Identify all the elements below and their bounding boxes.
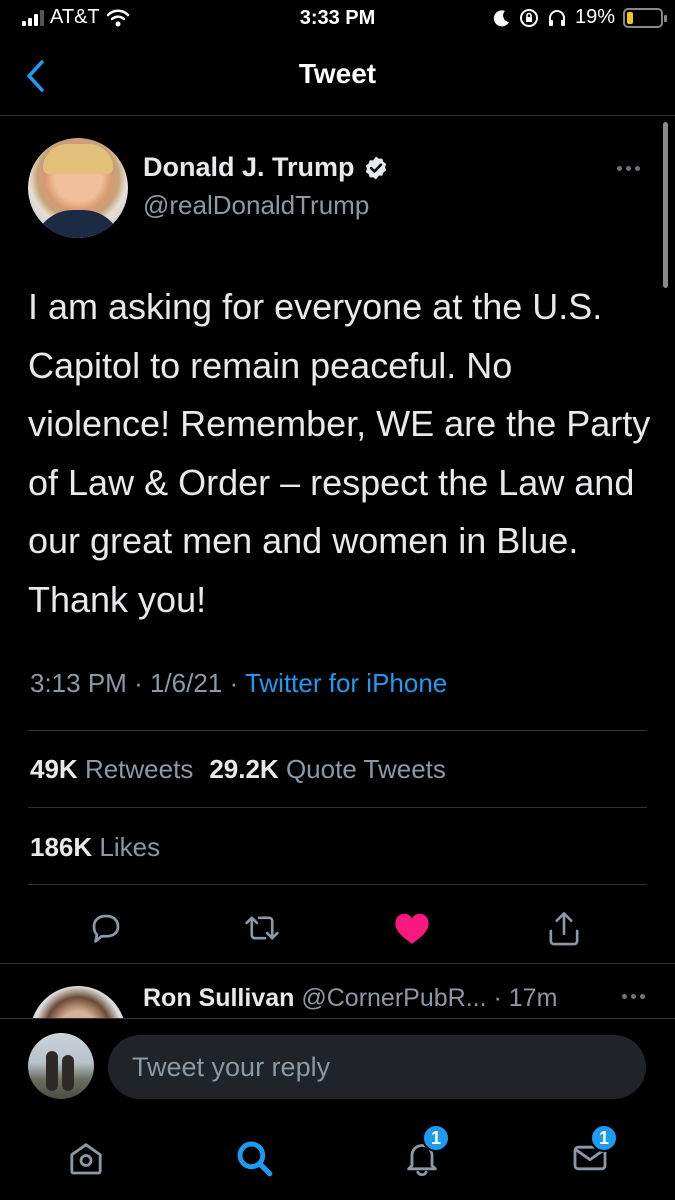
- author-handle[interactable]: @realDonaldTrump: [143, 190, 369, 221]
- tweet-date: 1/6/21: [149, 668, 223, 698]
- moon-icon: [493, 9, 509, 26]
- battery-charging-icon: [623, 7, 667, 28]
- page-title: Tweet: [298, 58, 377, 89]
- like-button[interactable]: [384, 900, 440, 956]
- bottom-tab-bar: 1 1: [0, 1118, 675, 1200]
- scrollbar[interactable]: [663, 122, 668, 288]
- tab-home[interactable]: [56, 1130, 116, 1186]
- reply-author[interactable]: Ron Sullivan @CornerPubR... · 17m: [143, 984, 557, 1013]
- tweet-time: 3:13 PM: [30, 668, 127, 698]
- tab-messages[interactable]: 1: [560, 1124, 620, 1186]
- reply-time: · 17m: [493, 984, 558, 1012]
- tweet-stats-row: 49K Retweets 29.2K Quote Tweets: [30, 754, 446, 785]
- author-display-name[interactable]: Donald J. Trump: [143, 152, 355, 183]
- messages-badge: 1: [590, 1124, 618, 1152]
- signal-icon: [22, 9, 44, 26]
- verified-badge-icon: [365, 156, 386, 179]
- status-bar: AT&T 3:33 PM 19%: [0, 0, 675, 40]
- divider: [28, 807, 647, 808]
- tab-notifications[interactable]: 1: [392, 1124, 452, 1186]
- notifications-badge: 1: [422, 1124, 450, 1152]
- heart-icon: [395, 913, 429, 944]
- reply-author-name: Ron Sullivan: [143, 984, 295, 1012]
- carrier-label: AT&T: [50, 6, 100, 28]
- status-left: AT&T: [22, 6, 130, 29]
- reply-input[interactable]: [108, 1035, 646, 1099]
- status-right: 19%: [493, 6, 667, 29]
- lock-rotation-icon: [519, 8, 538, 27]
- share-icon: [549, 912, 579, 946]
- tweet-actions: [0, 900, 675, 956]
- tweet-likes-row: 186K Likes: [30, 832, 160, 863]
- tweet-source-link[interactable]: Twitter for iPhone: [245, 668, 447, 698]
- divider: [28, 730, 647, 731]
- reply-composer: [0, 1018, 675, 1118]
- retweet-button[interactable]: [234, 900, 290, 956]
- chevron-left-icon: [27, 60, 44, 92]
- likes-stat[interactable]: 186K Likes: [30, 832, 160, 863]
- author-name-row[interactable]: Donald J. Trump: [143, 152, 389, 183]
- back-button[interactable]: [18, 56, 54, 96]
- reply-more-options-button[interactable]: [622, 994, 645, 999]
- reply-author-avatar[interactable]: [30, 986, 126, 1019]
- retweet-icon: [245, 916, 279, 940]
- headphones-icon: [548, 9, 565, 26]
- meta-separator-2: ·: [229, 668, 239, 698]
- divider: [28, 884, 647, 885]
- reply-button[interactable]: [78, 900, 134, 956]
- battery-percent: 19%: [574, 6, 615, 28]
- home-icon: [70, 1143, 102, 1175]
- top-header: Tweet: [0, 40, 675, 116]
- meta-separator: ·: [134, 668, 143, 698]
- quote-tweets-stat[interactable]: 29.2K Quote Tweets: [209, 754, 446, 785]
- share-button[interactable]: [536, 900, 592, 956]
- retweets-stat[interactable]: 49K Retweets: [30, 754, 193, 785]
- search-icon: [237, 1141, 273, 1177]
- more-options-button[interactable]: [611, 158, 645, 178]
- my-avatar[interactable]: [28, 1033, 94, 1099]
- author-avatar[interactable]: [28, 138, 128, 238]
- wifi-icon: [106, 9, 129, 26]
- reply-tweet-preview[interactable]: Ron Sullivan @CornerPubR... · 17m: [0, 964, 675, 1019]
- tweet-meta: 3:13 PM · 1/6/21 · Twitter for iPhone: [30, 668, 447, 699]
- reply-author-handle: @CornerPubR...: [301, 984, 487, 1012]
- tweet-text: I am asking for everyone at the U.S. Cap…: [28, 286, 651, 620]
- reply-icon: [92, 914, 120, 943]
- tab-search[interactable]: [224, 1130, 284, 1186]
